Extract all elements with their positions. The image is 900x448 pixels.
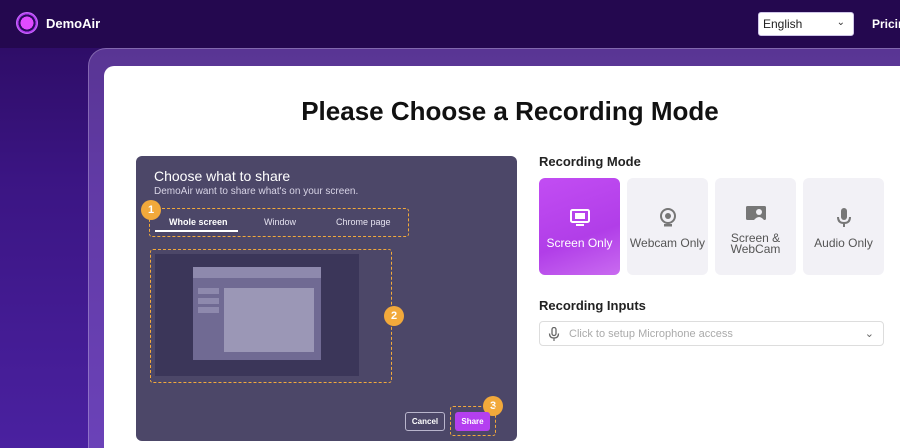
mode-audio-only[interactable]: Audio Only: [803, 178, 884, 275]
webcam-icon: [627, 206, 708, 230]
microphone-placeholder: Click to setup Microphone access: [569, 328, 733, 340]
recording-mode-label: Recording Mode: [539, 154, 641, 169]
tab-chrome-page[interactable]: Chrome page: [336, 217, 391, 227]
mode-label: Screen & WebCam: [715, 232, 796, 256]
step-badge-2: 2: [384, 306, 404, 326]
thumbnail-sidebar-line: [198, 298, 219, 304]
chevron-down-icon: ⌄: [864, 328, 874, 340]
microphone-icon: [548, 326, 560, 346]
monitor-icon: [539, 206, 620, 230]
app-name: DemoAir: [46, 15, 101, 31]
logo[interactable]: DemoAir: [16, 12, 100, 34]
microphone-select[interactable]: Click to setup Microphone access ⌄: [539, 321, 884, 346]
mode-label: Webcam Only: [629, 236, 706, 250]
language-value: English: [763, 17, 803, 31]
thumbnail-titlebar: [193, 267, 321, 278]
recording-inputs-label: Recording Inputs: [539, 298, 646, 313]
page-title: Please Choose a Recording Mode: [301, 96, 719, 126]
active-tab-underline: [155, 230, 238, 232]
thumbnail-sidebar-line: [198, 288, 219, 294]
mode-screen-webcam[interactable]: Screen & WebCam: [715, 178, 796, 275]
mode-screen-only[interactable]: Screen Only: [539, 178, 620, 275]
mode-label: Audio Only: [814, 236, 873, 250]
mode-label: Screen Only: [546, 236, 613, 250]
screen-webcam-icon: [715, 202, 796, 226]
cancel-button[interactable]: Cancel: [405, 412, 445, 431]
mode-label-line: WebCam: [730, 242, 781, 256]
share-button[interactable]: Share: [455, 412, 490, 431]
step-badge-1: 1: [141, 200, 161, 220]
share-dialog-subtitle: DemoAir want to share what's on your scr…: [154, 186, 359, 197]
mode-webcam-only[interactable]: Webcam Only: [627, 178, 708, 275]
thumbnail-sidebar-line: [198, 307, 219, 313]
chevron-down-icon: ⌄: [836, 17, 845, 28]
pricing-link[interactable]: Pricing: [872, 17, 900, 31]
language-select[interactable]: English ⌄: [758, 12, 854, 36]
logo-icon: [16, 12, 38, 34]
tab-whole-screen[interactable]: Whole screen: [169, 217, 228, 227]
thumbnail-content: [224, 288, 314, 352]
microphone-icon: [803, 206, 884, 230]
share-dialog-title: Choose what to share: [154, 168, 291, 184]
tab-window[interactable]: Window: [264, 217, 296, 227]
